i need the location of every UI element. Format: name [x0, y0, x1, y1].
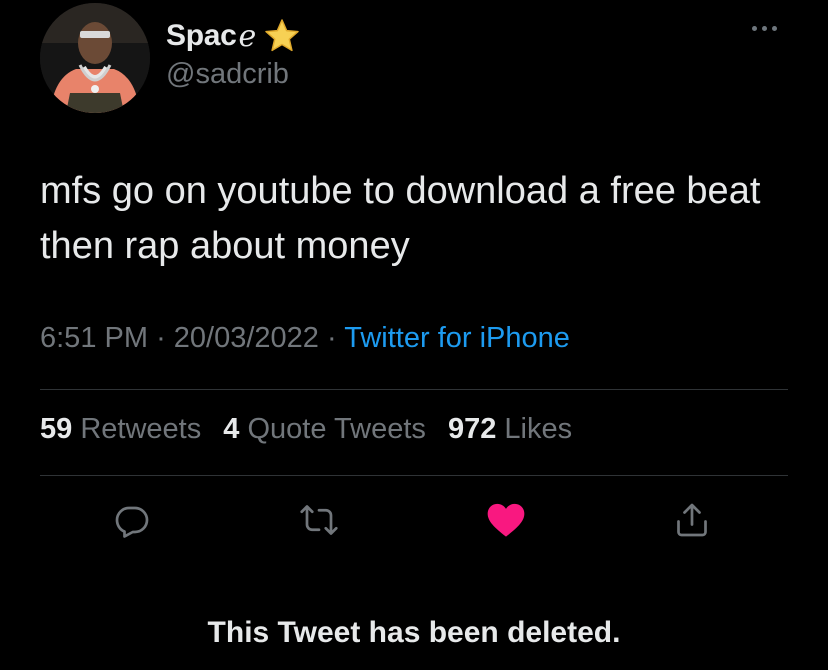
divider: [40, 475, 788, 476]
share-icon: [677, 503, 707, 537]
quote-tweets-label: Quote Tweets: [247, 413, 426, 445]
likes-label: Likes: [504, 413, 573, 445]
more-dot: [762, 26, 767, 31]
retweets-stat[interactable]: 59 Retweets: [40, 413, 201, 445]
quote-tweets-count: 4: [223, 413, 240, 445]
more-options-icon[interactable]: [752, 26, 777, 31]
likes-count: 972: [447, 413, 497, 445]
avatar-photo: [40, 3, 150, 113]
meta-separator: ·: [156, 322, 166, 354]
tweet-stats: 59 Retweets 4 Quote Tweets 972 Likes: [40, 413, 586, 446]
tweet-text: mfs go on youtube to download a free bea…: [40, 170, 761, 267]
share-button[interactable]: [670, 498, 714, 542]
retweet-icon: [300, 505, 338, 535]
star-emoji-icon: [265, 19, 300, 52]
retweet-button[interactable]: [297, 498, 341, 542]
avatar[interactable]: [40, 3, 150, 113]
tweet-source[interactable]: Twitter for iPhone: [344, 322, 570, 354]
retweets-label: Retweets: [80, 413, 202, 445]
meta-separator: ·: [327, 322, 337, 354]
divider: [40, 389, 788, 390]
display-name-row[interactable]: Spac e: [166, 14, 300, 58]
tweet-date[interactable]: 20/03/2022: [174, 322, 319, 354]
more-dot: [772, 26, 777, 31]
tweet-meta: 6:51 PM · 20/03/2022 · Twitter for iPhon…: [40, 322, 570, 355]
action-bar: [0, 498, 828, 548]
display-name[interactable]: Spac: [166, 19, 237, 53]
display-name-glyph: e: [238, 18, 257, 54]
reply-icon: [115, 506, 149, 538]
likes-stat[interactable]: 972 Likes: [448, 413, 572, 445]
heart-icon: [487, 503, 525, 537]
reply-button[interactable]: [110, 498, 154, 542]
retweets-count: 59: [40, 413, 73, 445]
more-dot: [752, 26, 757, 31]
user-handle[interactable]: @sadcrib: [166, 58, 289, 91]
deleted-notice: This Tweet has been deleted.: [207, 616, 621, 649]
tweet-time[interactable]: 6:51 PM: [40, 322, 148, 354]
like-button[interactable]: [484, 498, 528, 542]
quote-tweets-stat[interactable]: 4 Quote Tweets: [223, 413, 426, 445]
